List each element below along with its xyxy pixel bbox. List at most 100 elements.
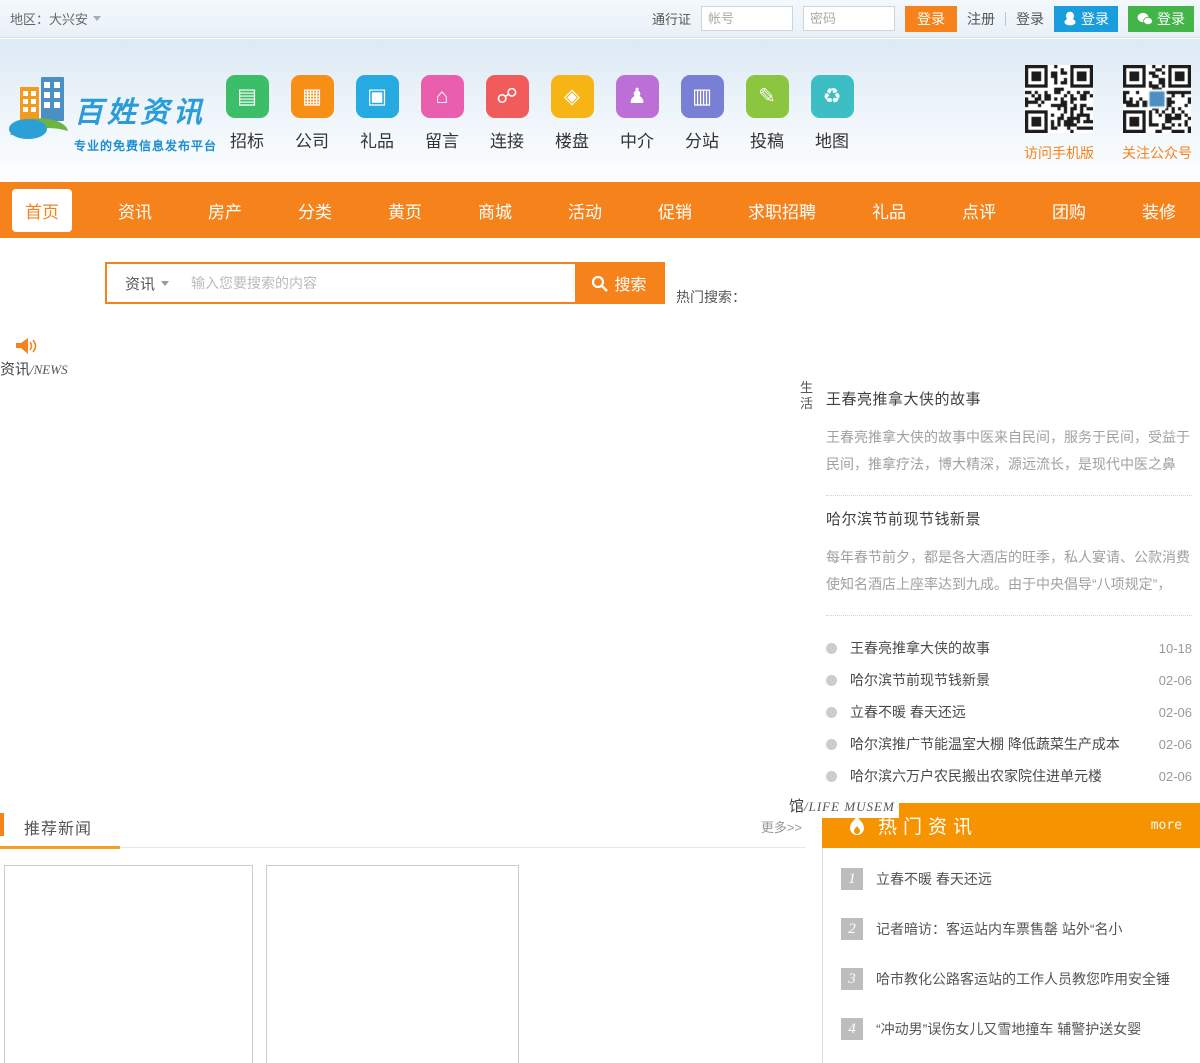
- bullet-icon: [826, 739, 837, 750]
- site-header: 百姓资讯 专业的免费信息发布平台 ▤ 招标 ▦ 公司 ▣ 礼品: [0, 39, 1200, 182]
- news-image-placeholder[interactable]: [4, 865, 253, 1063]
- site-logo[interactable]: 百姓资讯 专业的免费信息发布平台: [8, 65, 217, 154]
- wechat-login-button[interactable]: 登录: [1128, 6, 1194, 32]
- region-label: 地区：大兴安: [10, 9, 88, 28]
- page: 地区：大兴安 通行证 登录 注册 登录 登录: [0, 0, 1200, 1063]
- quick-link-item[interactable]: ◈ 楼盘: [549, 75, 595, 152]
- news-section-label: 资讯/NEWS: [0, 338, 68, 379]
- list-item-date: 02-06: [1159, 769, 1192, 784]
- quick-link-item[interactable]: ☍ 连接: [484, 75, 530, 152]
- list-item-title: 哈尔滨推广节能温室大棚 降低蔬菜生产成本: [850, 734, 1151, 754]
- qr-mobile-code: [1025, 65, 1093, 133]
- region-selector[interactable]: 地区：大兴安: [10, 9, 101, 28]
- nav-item[interactable]: 礼品: [862, 189, 916, 232]
- bullet-icon: [826, 675, 837, 686]
- password-input[interactable]: [803, 6, 895, 31]
- quick-link-item[interactable]: ✎ 投稿: [744, 75, 790, 152]
- nav-item[interactable]: 装修: [1132, 189, 1186, 232]
- search-input[interactable]: [187, 264, 575, 302]
- quick-link-item[interactable]: ▥ 分站: [679, 75, 725, 152]
- quick-link-item[interactable]: ♻ 地图: [809, 75, 855, 152]
- account-input[interactable]: [701, 6, 793, 31]
- quick-link-label: 分站: [679, 127, 725, 152]
- search-category-select[interactable]: 资讯: [107, 264, 187, 302]
- recommended-header: 推荐新闻 更多>>: [0, 808, 806, 847]
- article-title[interactable]: 哈尔滨节前现节钱新景: [826, 496, 1192, 529]
- hot-item-title: 哈市教化公路客运站的工作人员教您咋用安全锤: [876, 969, 1170, 989]
- search-button[interactable]: 搜索: [575, 264, 663, 302]
- nav-item[interactable]: 商城: [468, 189, 522, 232]
- nav-item[interactable]: 点评: [952, 189, 1006, 232]
- region-dropdown-icon: [93, 16, 101, 21]
- quick-link-icon: ▦: [291, 75, 334, 118]
- life-article: 王春亮推拿大侠的故事 王春亮推拿大侠的故事中医来自民间，服务于民间，受益于民间，…: [826, 376, 1192, 496]
- qr-wechat-code: [1123, 65, 1191, 133]
- register-link[interactable]: 注册: [967, 9, 995, 29]
- quick-link-item[interactable]: ♟ 中介: [614, 75, 660, 152]
- recommended-news-section: 推荐新闻 更多>>: [0, 808, 806, 850]
- quick-links: ▤ 招标 ▦ 公司 ▣ 礼品 ⌂ 留言: [224, 75, 874, 152]
- passport-label: 通行证: [652, 9, 691, 28]
- hot-list-item[interactable]: 4 “冲动男”误伤女儿又雪地撞车 辅警护送女婴: [823, 1004, 1200, 1054]
- quick-link-label: 留言: [419, 127, 465, 152]
- nav-item[interactable]: 资讯: [108, 189, 162, 232]
- qq-icon: [1063, 11, 1077, 26]
- logo-text: 百姓资讯 专业的免费信息发布平台: [74, 89, 217, 154]
- nav-item[interactable]: 团购: [1042, 189, 1096, 232]
- life-article: 哈尔滨节前现节钱新景 每年春节前夕，都是各大酒店的旺季，私人宴请、公款消费使知名…: [826, 496, 1192, 616]
- life-content: 王春亮推拿大侠的故事 王春亮推拿大侠的故事中医来自民间，服务于民间，受益于民间，…: [826, 376, 1192, 792]
- nav-item[interactable]: 促销: [648, 189, 702, 232]
- nav-item[interactable]: 活动: [558, 189, 612, 232]
- list-item-date: 02-06: [1159, 737, 1192, 752]
- list-item[interactable]: 王春亮推拿大侠的故事 10-18: [826, 632, 1192, 664]
- list-item-date: 02-06: [1159, 705, 1192, 720]
- nav-item[interactable]: 房产: [198, 189, 252, 232]
- quick-link-item[interactable]: ▣ 礼品: [354, 75, 400, 152]
- nav-item[interactable]: 求职招聘: [738, 189, 826, 232]
- news-label-en: /NEWS: [30, 362, 68, 377]
- news-image-placeholder[interactable]: [266, 865, 519, 1063]
- life-news-column: 生活 王春亮推拿大侠的故事 王春亮推拿大侠的故事中医来自民间，服务于民间，受益于…: [798, 376, 1192, 792]
- hot-more-link[interactable]: more: [1151, 818, 1182, 833]
- rank-badge: 2: [841, 918, 863, 940]
- nav-item[interactable]: 黄页: [378, 189, 432, 232]
- hot-item-title: “冲动男”误伤女儿又雪地撞车 辅警护送女婴: [876, 1019, 1141, 1039]
- quick-link-item[interactable]: ▦ 公司: [289, 75, 335, 152]
- list-item[interactable]: 立春不暖 春天还远 02-06: [826, 696, 1192, 728]
- bullet-icon: [826, 707, 837, 718]
- quick-link-label: 礼品: [354, 127, 400, 152]
- quick-link-label: 楼盘: [549, 127, 595, 152]
- login-button[interactable]: 登录: [905, 6, 957, 32]
- nav-item[interactable]: 首页: [12, 189, 72, 232]
- hot-list-item[interactable]: 3 哈市教化公路客运站的工作人员教您咋用安全锤: [823, 954, 1200, 1004]
- quick-link-icon: ✎: [746, 75, 789, 118]
- bullet-icon: [826, 771, 837, 782]
- section-title: 推荐新闻: [24, 815, 92, 839]
- dotted-divider: [826, 615, 1192, 616]
- qr-mobile-block: 访问手机版: [1024, 65, 1094, 163]
- qr-wechat-label: 关注公众号: [1122, 143, 1192, 163]
- hot-list-item[interactable]: 5: [823, 1054, 1200, 1063]
- search-box: 资讯 搜索: [105, 262, 665, 304]
- more-link[interactable]: 更多>>: [761, 817, 802, 836]
- hot-list-item[interactable]: 2 记者暗访：客运站内车票售罄 站外“名小: [823, 904, 1200, 954]
- quick-link-icon: ▥: [681, 75, 724, 118]
- list-item[interactable]: 哈尔滨推广节能温室大棚 降低蔬菜生产成本 02-06: [826, 728, 1192, 760]
- article-summary: 王春亮推拿大侠的故事中医来自民间，服务于民间，受益于民间，推拿疗法，博大精深，源…: [826, 424, 1192, 478]
- nav-item[interactable]: 分类: [288, 189, 342, 232]
- quick-link-item[interactable]: ⌂ 留言: [419, 75, 465, 152]
- login-link[interactable]: 登录: [1016, 9, 1044, 29]
- quick-link-icon: ☍: [486, 75, 529, 118]
- list-item[interactable]: 哈尔滨六万户农民搬出农家院住进单元楼 02-06: [826, 760, 1192, 792]
- hot-list-item[interactable]: 1 立春不暖 春天还远: [823, 854, 1200, 904]
- list-item[interactable]: 哈尔滨节前现节钱新景 02-06: [826, 664, 1192, 696]
- bullet-icon: [826, 643, 837, 654]
- article-title[interactable]: 王春亮推拿大侠的故事: [826, 376, 1192, 409]
- list-item-title: 王春亮推拿大侠的故事: [850, 638, 1151, 658]
- hot-search-label: 热门搜索：: [676, 287, 746, 307]
- quick-link-item[interactable]: ▤ 招标: [224, 75, 270, 152]
- chevron-down-icon: [161, 281, 169, 286]
- rank-badge: 4: [841, 1018, 863, 1040]
- logo-buildings-icon: [8, 65, 70, 143]
- qq-login-button[interactable]: 登录: [1054, 6, 1118, 32]
